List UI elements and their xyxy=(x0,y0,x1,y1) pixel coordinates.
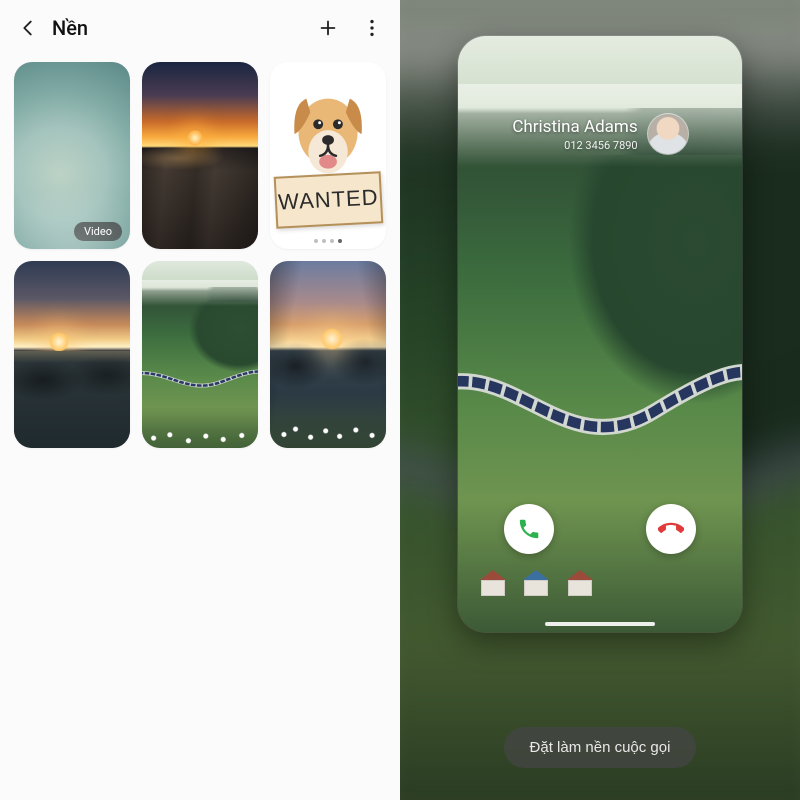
pager-dots xyxy=(270,239,386,243)
answer-button[interactable] xyxy=(504,504,554,554)
background-tile-5[interactable] xyxy=(270,261,386,448)
preview-screen: Christina Adams 012 3456 7890 Đặt làm nề… xyxy=(400,0,800,800)
topbar: Nền xyxy=(0,0,400,56)
set-as-call-background-button[interactable]: Đặt làm nền cuộc gọi xyxy=(504,727,697,768)
wanted-text: WANTED xyxy=(277,185,379,216)
background-tile-0[interactable]: Video xyxy=(14,62,130,249)
add-button[interactable] xyxy=(308,8,348,48)
decline-button[interactable] xyxy=(646,504,696,554)
background-tile-1[interactable] xyxy=(142,62,258,249)
background-tile-3[interactable] xyxy=(14,261,130,448)
more-button[interactable] xyxy=(352,8,392,48)
more-vert-icon xyxy=(361,17,383,39)
phone-accept-icon xyxy=(517,517,541,541)
gesture-bar xyxy=(545,622,655,626)
set-button-row: Đặt làm nền cuộc gọi xyxy=(400,727,800,768)
caller-name: Christina Adams xyxy=(512,117,637,137)
screenshot-root: Nền Video xyxy=(0,0,800,800)
caller-number: 012 3456 7890 xyxy=(512,139,637,152)
page-title: Nền xyxy=(52,16,308,40)
wanted-sign: WANTED xyxy=(273,172,382,230)
plus-icon xyxy=(317,17,339,39)
backgrounds-screen: Nền Video xyxy=(0,0,400,800)
call-buttons xyxy=(458,504,742,554)
avatar xyxy=(648,114,688,154)
back-button[interactable] xyxy=(8,8,48,48)
video-badge: Video xyxy=(74,222,122,241)
background-tile-2[interactable]: WANTED xyxy=(270,62,386,249)
backgrounds-grid: Video xyxy=(0,56,400,454)
dog-illustration xyxy=(277,69,379,178)
phone-decline-icon xyxy=(658,516,684,542)
device-preview: Christina Adams 012 3456 7890 xyxy=(458,36,742,632)
caller-info: Christina Adams 012 3456 7890 xyxy=(458,114,742,154)
back-arrow-icon xyxy=(17,17,39,39)
background-tile-4[interactable] xyxy=(142,261,258,448)
